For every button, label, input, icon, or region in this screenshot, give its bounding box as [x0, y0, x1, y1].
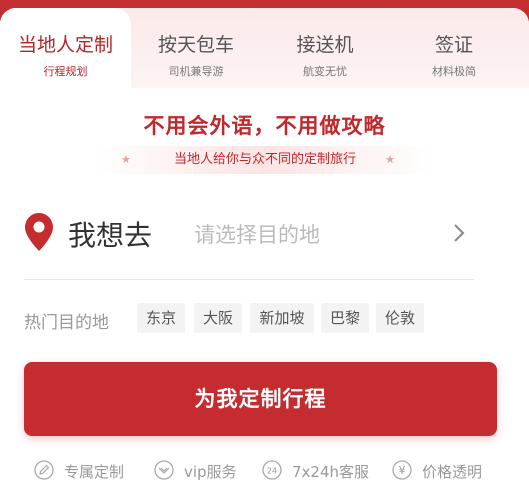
divider	[24, 279, 474, 280]
tab-bar: 当地人定制 行程规划 按天包车 司机兼导游 接送机 航变无忧 签证 材料极简	[0, 8, 529, 88]
24h-icon: 24	[262, 460, 282, 480]
chevron-right-icon[interactable]	[452, 222, 466, 244]
customize-trip-button[interactable]: 为我定制行程	[24, 362, 497, 436]
hot-destination-chip[interactable]: 大阪	[194, 303, 242, 333]
tab-daily-car[interactable]: 按天包车 司机兼导游	[131, 8, 261, 88]
hot-destinations-label: 热门目的地	[24, 313, 109, 333]
hot-destination-chip[interactable]: 巴黎	[321, 303, 369, 333]
tab-title: 当地人定制	[17, 34, 113, 56]
tab-subtitle: 行程规划	[43, 65, 88, 78]
tab-subtitle: 材料极简	[432, 65, 476, 78]
booking-card: 当地人定制 行程规划 按天包车 司机兼导游 接送机 航变无忧 签证 材料极简 不…	[0, 8, 529, 499]
tab-local-custom[interactable]: 当地人定制 行程规划	[0, 8, 131, 88]
subline-text: 当地人给你与众不同的定制旅行	[173, 152, 356, 167]
location-pin-icon	[25, 213, 53, 251]
hot-destination-chip[interactable]: 东京	[137, 303, 185, 333]
pencil-circle-icon	[34, 460, 54, 480]
hot-destination-chip[interactable]: 新加坡	[250, 303, 314, 333]
yen-icon: ¥	[392, 460, 412, 480]
tab-subtitle: 司机兼导游	[168, 65, 224, 78]
star-icon: ★	[121, 153, 131, 166]
tab-title: 按天包车	[157, 34, 234, 56]
star-icon: ★	[385, 153, 395, 166]
tab-visa[interactable]: 签证 材料极简	[389, 8, 519, 88]
destination-input[interactable]	[194, 220, 414, 250]
feature-label: 价格透明	[422, 463, 483, 481]
slogan: 不用会外语，不用做攻略	[143, 114, 386, 138]
vip-badge-icon	[154, 460, 174, 480]
subline-banner: ★ 当地人给你与众不同的定制旅行 ★	[95, 146, 435, 174]
destination-picker[interactable]: 我想去	[24, 204, 476, 266]
tab-title: 签证	[434, 34, 473, 56]
svg-text:¥: ¥	[399, 464, 406, 477]
hot-destination-chip[interactable]: 伦敦	[376, 303, 424, 333]
tab-airport-transfer[interactable]: 接送机 航变无忧	[261, 8, 389, 88]
feature-label: vip服务	[184, 463, 237, 481]
tab-title: 接送机	[296, 34, 354, 56]
tab-subtitle: 航变无忧	[303, 65, 347, 78]
destination-label: 我想去	[68, 219, 153, 252]
feature-label: 7x24h客服	[292, 463, 370, 481]
svg-text:24: 24	[267, 467, 277, 476]
feature-label: 专属定制	[64, 463, 125, 481]
